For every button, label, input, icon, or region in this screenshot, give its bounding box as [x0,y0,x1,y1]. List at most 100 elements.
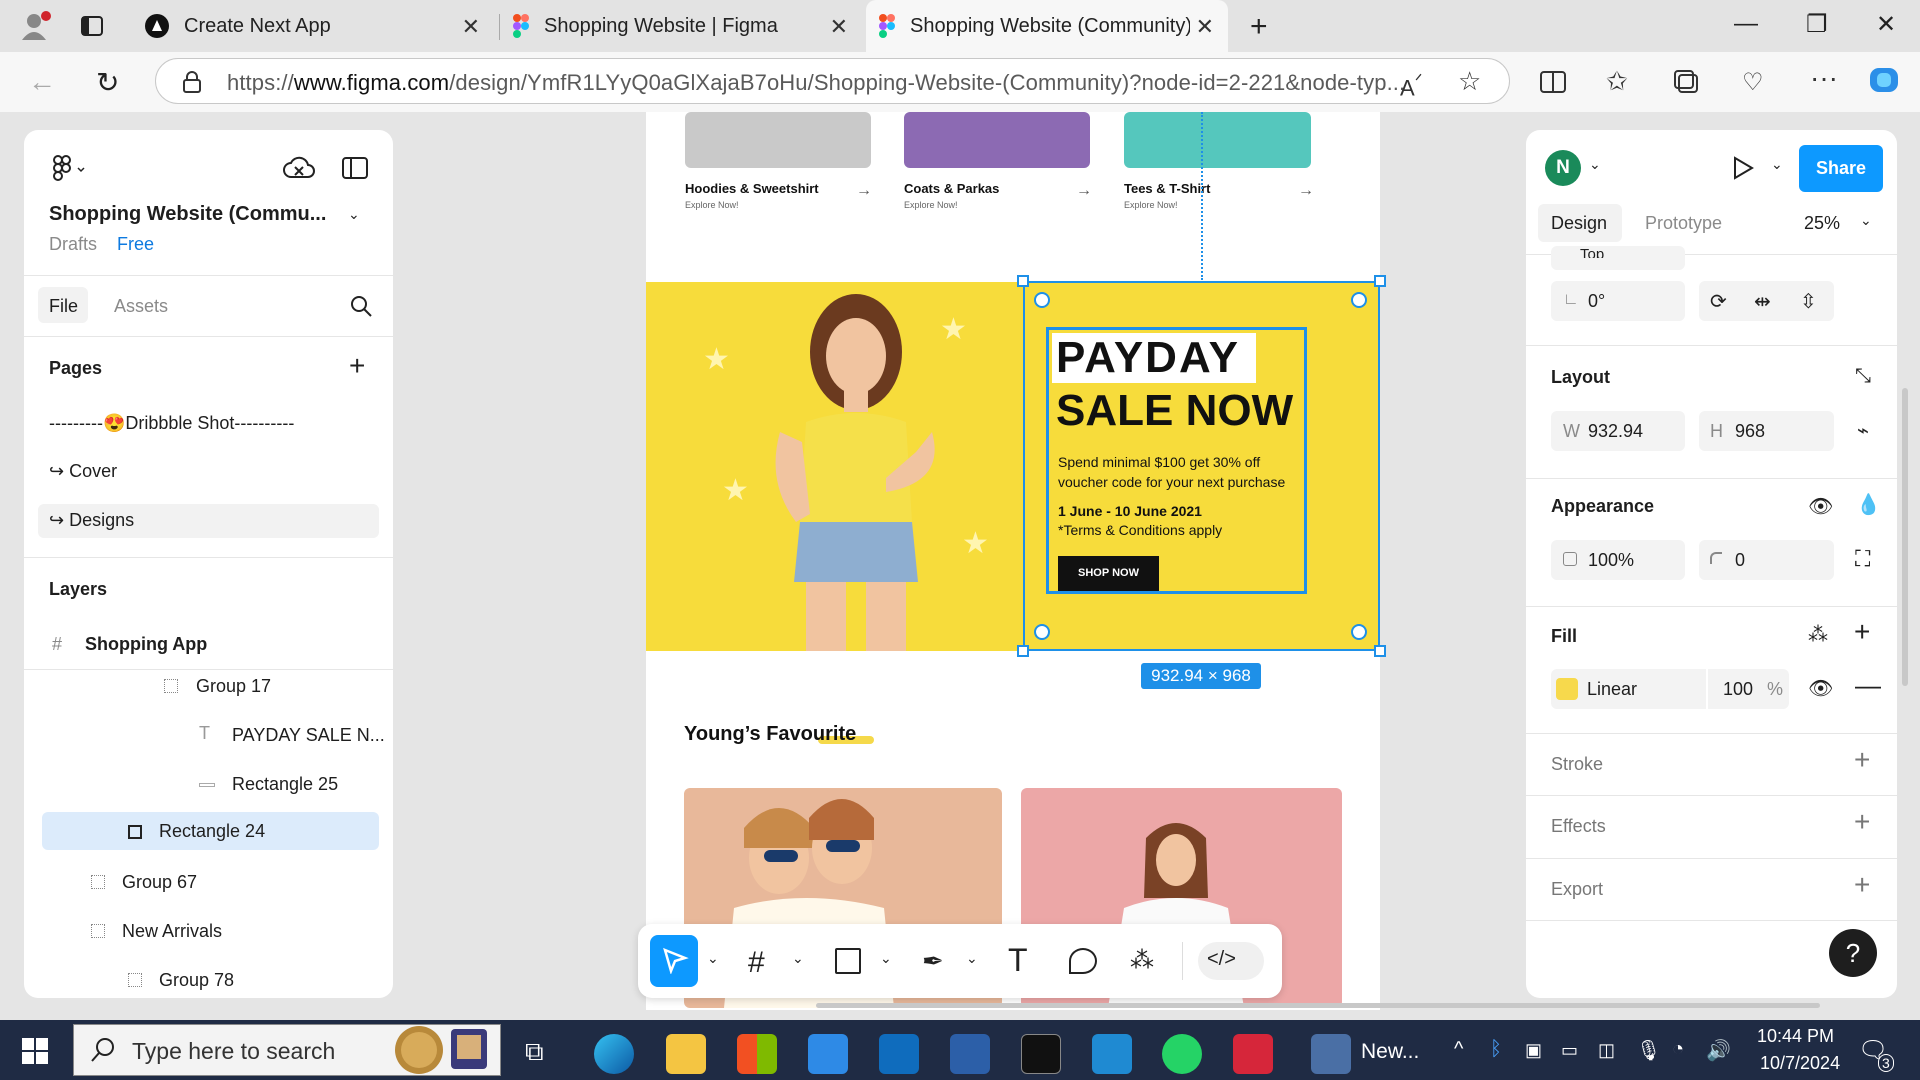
store-icon[interactable] [737,1034,777,1074]
rectangle-tool-icon[interactable] [835,948,861,974]
scrollbar[interactable] [1902,388,1908,686]
file-title[interactable]: Shopping Website (Commu... [49,203,326,226]
chevron-down-icon[interactable]: ⌄ [1589,156,1601,173]
resources-tool-icon[interactable]: ⁂ [1130,946,1154,975]
tray-device-icon[interactable]: ◫ [1598,1040,1615,1061]
collapse-icon[interactable]: ⤡ [1855,365,1871,388]
back-icon[interactable]: ← [28,66,56,98]
resize-handle[interactable] [1374,275,1386,287]
resize-handle[interactable] [1374,645,1386,657]
radius-handle[interactable] [1351,292,1367,308]
radius-handle[interactable] [1034,624,1050,640]
pen-tool-icon[interactable]: ✒ [922,946,944,977]
tray-app-icon[interactable]: ▣ [1525,1040,1542,1061]
avatar[interactable]: N [1545,150,1581,186]
fill-visibility-icon[interactable]: 👁 [1808,676,1833,701]
read-aloud-icon[interactable]: Aᐟ [1400,70,1422,101]
collections-icon[interactable] [1674,70,1700,94]
add-effect-icon[interactable]: + [1854,806,1870,838]
rotate-icon[interactable]: ⟳ [1710,289,1727,314]
chevron-up-icon[interactable]: ^ [1454,1038,1463,1061]
chevron-down-icon[interactable]: ⌄ [1860,212,1872,229]
profile-icon[interactable] [20,10,52,42]
bluetooth-icon[interactable]: ᛒ [1490,1038,1502,1061]
file-explorer-icon[interactable] [666,1034,706,1074]
microphone-icon[interactable]: 🎙 [1636,1038,1661,1063]
close-icon[interactable]: ✕ [1196,14,1214,40]
flip-horizontal-icon[interactable]: ⇹ [1754,289,1771,314]
resize-handle[interactable] [1017,275,1029,287]
chevron-down-icon[interactable]: ⌄ [1771,156,1783,173]
restore-icon[interactable]: ❐ [1806,10,1828,39]
toggle-sidebar-icon[interactable] [342,156,368,180]
battery-icon[interactable]: ▭ [1561,1040,1578,1061]
resize-handle[interactable] [1017,645,1029,657]
product-image-tees[interactable] [1124,112,1311,168]
product-image-hoodies[interactable] [685,112,871,168]
page-item-dribbble[interactable]: ---------😍Dribbble Shot---------- [49,413,294,434]
split-screen-icon[interactable] [1540,70,1566,94]
chevron-down-icon[interactable]: ⌄ [348,206,360,223]
remove-fill-icon[interactable]: — [1855,670,1881,701]
figma-menu-icon[interactable] [52,155,88,181]
copilot-icon[interactable] [1868,66,1900,94]
chevron-down-icon[interactable]: ⌄ [880,950,892,967]
browser-essentials-icon[interactable]: ♡ [1742,68,1764,97]
selection-box[interactable] [1023,281,1380,651]
lock-icon[interactable] [182,70,202,94]
tab-actions-icon[interactable] [80,14,104,38]
layer-item[interactable]: Group 67 [122,872,197,893]
add-page-icon[interactable]: + [349,350,365,382]
close-icon[interactable]: ✕ [462,14,480,40]
tab-create-next-app[interactable]: Create Next App ✕ [134,0,494,52]
radius-handle[interactable] [1351,624,1367,640]
add-stroke-icon[interactable]: + [1854,744,1870,776]
edge-icon[interactable] [594,1034,634,1074]
share-button[interactable]: Share [1799,145,1883,192]
powershell-icon[interactable] [950,1034,990,1074]
zoom-level[interactable]: 25% [1804,213,1840,234]
present-icon[interactable] [1732,156,1754,180]
layer-item[interactable]: Rectangle 25 [232,774,338,795]
fill-swatch[interactable] [1556,678,1578,700]
add-fill-icon[interactable]: + [1854,616,1870,648]
layer-item[interactable]: PAYDAY SALE N... [232,725,385,746]
favorite-star-icon[interactable]: ☆ [1458,66,1481,97]
terminal-icon[interactable] [1021,1034,1061,1074]
news-icon[interactable] [1311,1034,1351,1074]
clock-time[interactable]: 10:44 PM [1757,1026,1834,1047]
product-image-coats[interactable] [904,112,1090,168]
close-icon[interactable]: ✕ [830,14,848,40]
outlook-icon[interactable] [879,1034,919,1074]
tab-prototype[interactable]: Prototype [1645,213,1722,234]
layer-frame[interactable]: Shopping App [85,634,207,655]
windows-start-icon[interactable] [22,1038,48,1064]
page-item-cover[interactable]: ↪ Cover [49,461,117,482]
new-tab-icon[interactable]: + [1250,10,1268,44]
clock-date[interactable]: 10/7/2024 [1760,1053,1840,1074]
mail-icon[interactable] [808,1034,848,1074]
vscode-icon[interactable] [1092,1034,1132,1074]
file-location[interactable]: Drafts [49,234,97,255]
flip-vertical-icon[interactable]: ⇳ [1800,289,1817,314]
whatsapp-icon[interactable] [1162,1034,1202,1074]
chevron-down-icon[interactable]: ⌄ [707,950,719,967]
comment-tool-icon[interactable] [1069,948,1097,974]
minimize-icon[interactable]: — [1734,10,1758,38]
more-icon[interactable]: ··· [1810,62,1838,94]
chevron-down-icon[interactable]: ⌄ [792,950,804,967]
chevron-down-icon[interactable]: ⌄ [966,950,978,967]
tab-figma-community[interactable]: Shopping Website (Community) – ✕ [866,0,1228,52]
help-button[interactable]: ? [1829,929,1877,977]
independent-corners-icon[interactable]: ⛶ [1855,546,1870,572]
screen-recorder-icon[interactable] [1233,1034,1273,1074]
blend-mode-icon[interactable]: 💧 [1856,492,1881,517]
add-export-icon[interactable]: + [1854,869,1870,901]
tab-assets[interactable]: Assets [114,296,168,317]
constrain-proportions-icon[interactable]: ⌁ [1857,418,1869,443]
radius-handle[interactable] [1034,292,1050,308]
news-label[interactable]: New... [1361,1040,1419,1064]
refresh-icon[interactable]: ↻ [96,66,119,99]
task-view-icon[interactable]: ⧉ [525,1036,544,1068]
search-icon[interactable] [349,294,373,318]
